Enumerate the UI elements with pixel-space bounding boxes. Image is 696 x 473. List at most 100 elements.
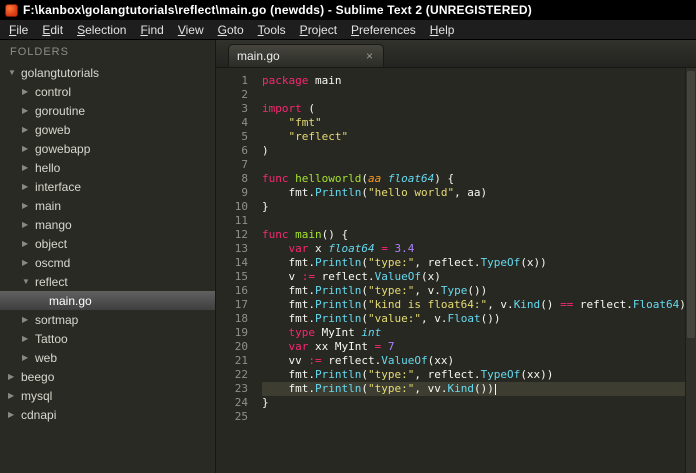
code-line[interactable]: 20 var xx MyInt = 7 [216, 340, 696, 354]
code-line[interactable]: 18 fmt.Println("value:", v.Float()) [216, 312, 696, 326]
line-number: 4 [241, 116, 248, 129]
tree-item-golangtutorials[interactable]: ▼ golangtutorials [0, 63, 215, 82]
vertical-scrollbar[interactable] [685, 68, 696, 473]
tree-item-gowebapp[interactable]: ▶ gowebapp [0, 139, 215, 158]
code-line[interactable]: 6) [216, 144, 696, 158]
tree-item-reflect[interactable]: ▼ reflect [0, 272, 215, 291]
code-token: "kind is float64:" [367, 298, 488, 311]
code-line[interactable]: 2 [216, 88, 696, 102]
code-token: () [540, 298, 561, 311]
tab-bar: main.go × [216, 40, 696, 68]
code-token: float64 [328, 242, 375, 255]
tree-item-beego[interactable]: ▶ beego [0, 367, 215, 386]
code-text: v := reflect.ValueOf(x) [262, 270, 696, 284]
code-line[interactable]: 16 fmt.Println("type:", v.Type()) [216, 284, 696, 298]
tab-main-go[interactable]: main.go × [228, 44, 384, 67]
chevron-right-icon[interactable]: ▶ [22, 329, 35, 348]
menu-item-mnemonic: F [140, 22, 148, 37]
line-number: 5 [241, 130, 248, 143]
menu-item-help[interactable]: Help [423, 22, 462, 38]
menu-item-tools[interactable]: Tools [251, 22, 293, 38]
chevron-down-icon[interactable]: ▼ [22, 272, 35, 291]
code-line[interactable]: 25 [216, 410, 696, 424]
code-text: fmt.Println("type:", vv.Kind()) [262, 382, 696, 396]
code-text: fmt.Println("type:", reflect.TypeOf(x)) [262, 256, 696, 270]
tree-item-tattoo[interactable]: ▶ Tattoo [0, 329, 215, 348]
tree-item-main-go[interactable]: main.go [0, 291, 215, 310]
code-line[interactable]: 4 "fmt" [216, 116, 696, 130]
tree-item-interface[interactable]: ▶ interface [0, 177, 215, 196]
code-line[interactable]: 8 func helloworld(aa float64) { [216, 172, 696, 186]
chevron-right-icon[interactable]: ▶ [22, 348, 35, 367]
tree-item-mysql[interactable]: ▶ mysql [0, 386, 215, 405]
menu-item-preferences[interactable]: Preferences [344, 22, 423, 38]
code-line[interactable]: 24} [216, 396, 696, 410]
chevron-right-icon[interactable]: ▶ [8, 405, 21, 424]
scrollbar-thumb[interactable] [687, 71, 695, 339]
tree-item-main[interactable]: ▶ main [0, 196, 215, 215]
menu-item-project[interactable]: Project [293, 22, 344, 38]
close-icon[interactable]: × [364, 49, 375, 63]
chevron-right-icon[interactable]: ▶ [22, 310, 35, 329]
tree-item-hello[interactable]: ▶ hello [0, 158, 215, 177]
code-line[interactable]: 19 type MyInt int [216, 326, 696, 340]
tab-label: main.go [237, 49, 280, 63]
code-token: ( [361, 382, 368, 395]
code-line[interactable]: 10} [216, 200, 696, 214]
tree-item-oscmd[interactable]: ▶ oscmd [0, 253, 215, 272]
code-line[interactable]: 15 v := reflect.ValueOf(x) [216, 270, 696, 284]
chevron-down-icon[interactable]: ▼ [8, 63, 21, 82]
code-line[interactable]: 7 [216, 158, 696, 172]
line-number: 20 [234, 340, 248, 353]
line-number: 16 [234, 284, 248, 297]
tree-item-goroutine[interactable]: ▶ goroutine [0, 101, 215, 120]
chevron-right-icon[interactable]: ▶ [8, 367, 21, 386]
chevron-right-icon[interactable]: ▶ [22, 82, 35, 101]
code-line[interactable]: 21 vv := reflect.ValueOf(xx) [216, 354, 696, 368]
code-line[interactable]: 3 import ( [216, 102, 696, 116]
line-number: 10 [234, 200, 248, 213]
tree-item-object[interactable]: ▶ object [0, 234, 215, 253]
code-line[interactable]: 23 fmt.Println("type:", vv.Kind()) [216, 382, 696, 396]
tree-item-mango[interactable]: ▶ mango [0, 215, 215, 234]
code-token: TypeOf [480, 368, 521, 381]
code-line[interactable]: 22 fmt.Println("type:", reflect.TypeOf(x… [216, 368, 696, 382]
code-area[interactable]: 1 package main 2 3 import (4 "fmt" 5 "reflect… [216, 74, 696, 424]
chevron-right-icon[interactable]: ▶ [22, 158, 35, 177]
tree-item-goweb[interactable]: ▶ goweb [0, 120, 215, 139]
line-number: 14 [234, 256, 248, 269]
code-line[interactable]: 9 fmt.Println("hello world", aa) [216, 186, 696, 200]
tree-item-sortmap[interactable]: ▶ sortmap [0, 310, 215, 329]
menu-item-find[interactable]: Find [133, 22, 170, 38]
code-line[interactable]: 1 package main [216, 74, 696, 88]
tree-item-cdnapi[interactable]: ▶ cdnapi [0, 405, 215, 424]
menu-item-file[interactable]: File [2, 22, 35, 38]
app-icon [5, 3, 18, 17]
menu-item-goto[interactable]: Goto [211, 22, 251, 38]
code-line[interactable]: 17 fmt.Println("kind is float64:", v.Kin… [216, 298, 696, 312]
code-line[interactable]: 5 "reflect" [216, 130, 696, 144]
code-line[interactable]: 14 fmt.Println("type:", reflect.TypeOf(x… [216, 256, 696, 270]
chevron-right-icon[interactable]: ▶ [22, 139, 35, 158]
chevron-right-icon[interactable]: ▶ [22, 101, 35, 120]
code-token: Float [447, 312, 481, 325]
code-token: import [262, 102, 302, 115]
chevron-right-icon[interactable]: ▶ [22, 196, 35, 215]
chevron-right-icon[interactable]: ▶ [22, 120, 35, 139]
tree-item-control[interactable]: ▶ control [0, 82, 215, 101]
menu-item-selection[interactable]: Selection [70, 22, 133, 38]
code-token: (xx) [427, 354, 455, 367]
code-line[interactable]: 13 var x float64 = 3.4 [216, 242, 696, 256]
code-line[interactable]: 11 [216, 214, 696, 228]
chevron-right-icon[interactable]: ▶ [8, 386, 21, 405]
chevron-right-icon[interactable]: ▶ [22, 177, 35, 196]
tree-item-web[interactable]: ▶ web [0, 348, 215, 367]
menu-item-view[interactable]: View [171, 22, 211, 38]
menu-item-edit[interactable]: Edit [35, 22, 70, 38]
chevron-right-icon[interactable]: ▶ [22, 215, 35, 234]
code-token: ( [361, 256, 368, 269]
code-line[interactable]: 12 func main() { [216, 228, 696, 242]
menu-item-mnemonic: P [299, 22, 308, 37]
chevron-right-icon[interactable]: ▶ [22, 234, 35, 253]
chevron-right-icon[interactable]: ▶ [22, 253, 35, 272]
